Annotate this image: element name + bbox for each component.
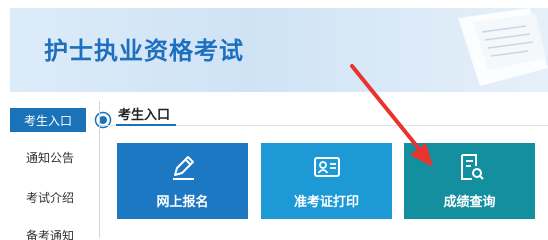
card-label: 网上报名 bbox=[156, 195, 209, 210]
online-registration-button[interactable]: 网上报名 bbox=[117, 143, 248, 219]
section-title-underline bbox=[116, 124, 176, 126]
sidebar: 考生入口 通知公告 考试介绍 备考通知 bbox=[10, 100, 112, 240]
score-inquiry-button[interactable]: 成绩查询 bbox=[404, 143, 535, 219]
section-title: 考生入口 bbox=[118, 108, 171, 123]
header-banner: 护士执业资格考试 bbox=[10, 8, 548, 92]
active-indicator-icon bbox=[94, 111, 112, 129]
page-title: 护士执业资格考试 bbox=[44, 37, 244, 65]
sidebar-item-exam-intro[interactable]: 考试介绍 bbox=[10, 189, 90, 206]
sidebar-divider bbox=[99, 101, 100, 238]
admission-ticket-print-button[interactable]: 准考证打印 bbox=[261, 143, 392, 219]
card-label: 准考证打印 bbox=[293, 195, 359, 210]
document-illustration bbox=[458, 8, 548, 86]
sidebar-item-candidate-entry[interactable]: 考生入口 bbox=[10, 108, 86, 132]
card-label: 成绩查询 bbox=[443, 195, 496, 210]
sidebar-item-prep-notice[interactable]: 备考通知 bbox=[10, 227, 90, 240]
sidebar-item-notices[interactable]: 通知公告 bbox=[10, 149, 90, 166]
id-card-icon bbox=[313, 157, 340, 177]
pen-icon bbox=[172, 156, 194, 180]
search-document-icon bbox=[460, 154, 484, 180]
